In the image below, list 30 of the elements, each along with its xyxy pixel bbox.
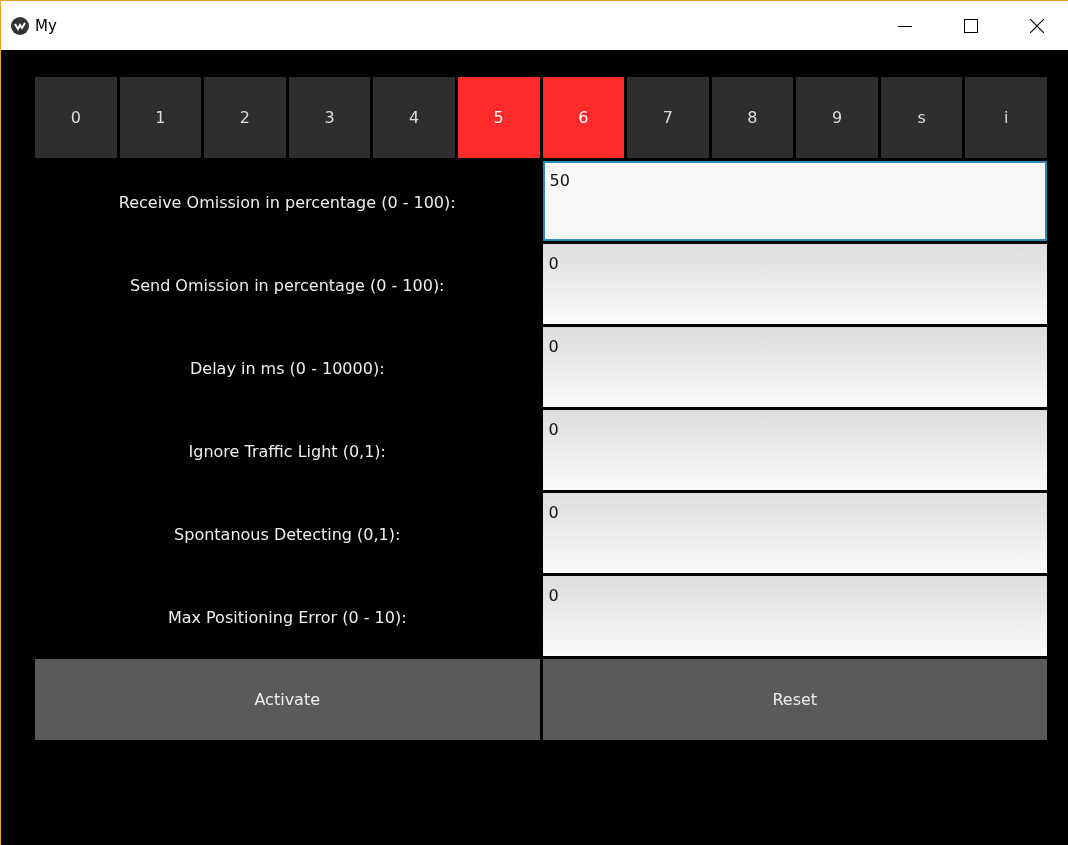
input-field[interactable]: 0 — [542, 410, 1047, 490]
tab[interactable]: 1 — [119, 77, 202, 158]
tab[interactable]: 2 — [204, 77, 286, 158]
maximize-icon[interactable] — [964, 18, 978, 33]
field-label: Receive Omission in percentage (0 - 100): — [118, 192, 456, 212]
tab[interactable]: 8 — [711, 77, 794, 158]
tab[interactable]: 7 — [627, 77, 709, 158]
tab[interactable]: 0 — [35, 77, 117, 158]
field-label: Spontanous Detecting (0,1): — [174, 524, 401, 544]
close-icon[interactable] — [1030, 18, 1044, 33]
app-icon — [11, 16, 29, 35]
tab[interactable]: 6 — [542, 77, 625, 158]
input-field[interactable]: 0 — [542, 493, 1047, 573]
activate-button[interactable]: Activate — [35, 659, 540, 740]
input-field[interactable]: 0 — [542, 576, 1047, 656]
field-label: Delay in ms (0 - 10000): — [189, 358, 385, 378]
reset-button[interactable]: Reset — [542, 659, 1047, 740]
input-field[interactable]: 50 — [542, 161, 1047, 241]
field-label: Send Omission in percentage (0 - 100): — [130, 275, 445, 295]
tab[interactable]: 5 — [457, 77, 540, 158]
input-field[interactable]: 0 — [542, 244, 1047, 324]
tab[interactable]: 3 — [288, 77, 371, 158]
tab[interactable]: 9 — [796, 77, 878, 158]
window-title: My — [35, 16, 57, 35]
tab[interactable]: 4 — [373, 77, 455, 158]
input-field[interactable]: 0 — [542, 327, 1047, 407]
field-label: Max Positioning Error (0 - 10): — [167, 607, 407, 627]
field-label: Ignore Traffic Light (0,1): — [188, 441, 386, 461]
tab[interactable]: s — [880, 77, 963, 158]
tab[interactable]: i — [965, 77, 1047, 158]
